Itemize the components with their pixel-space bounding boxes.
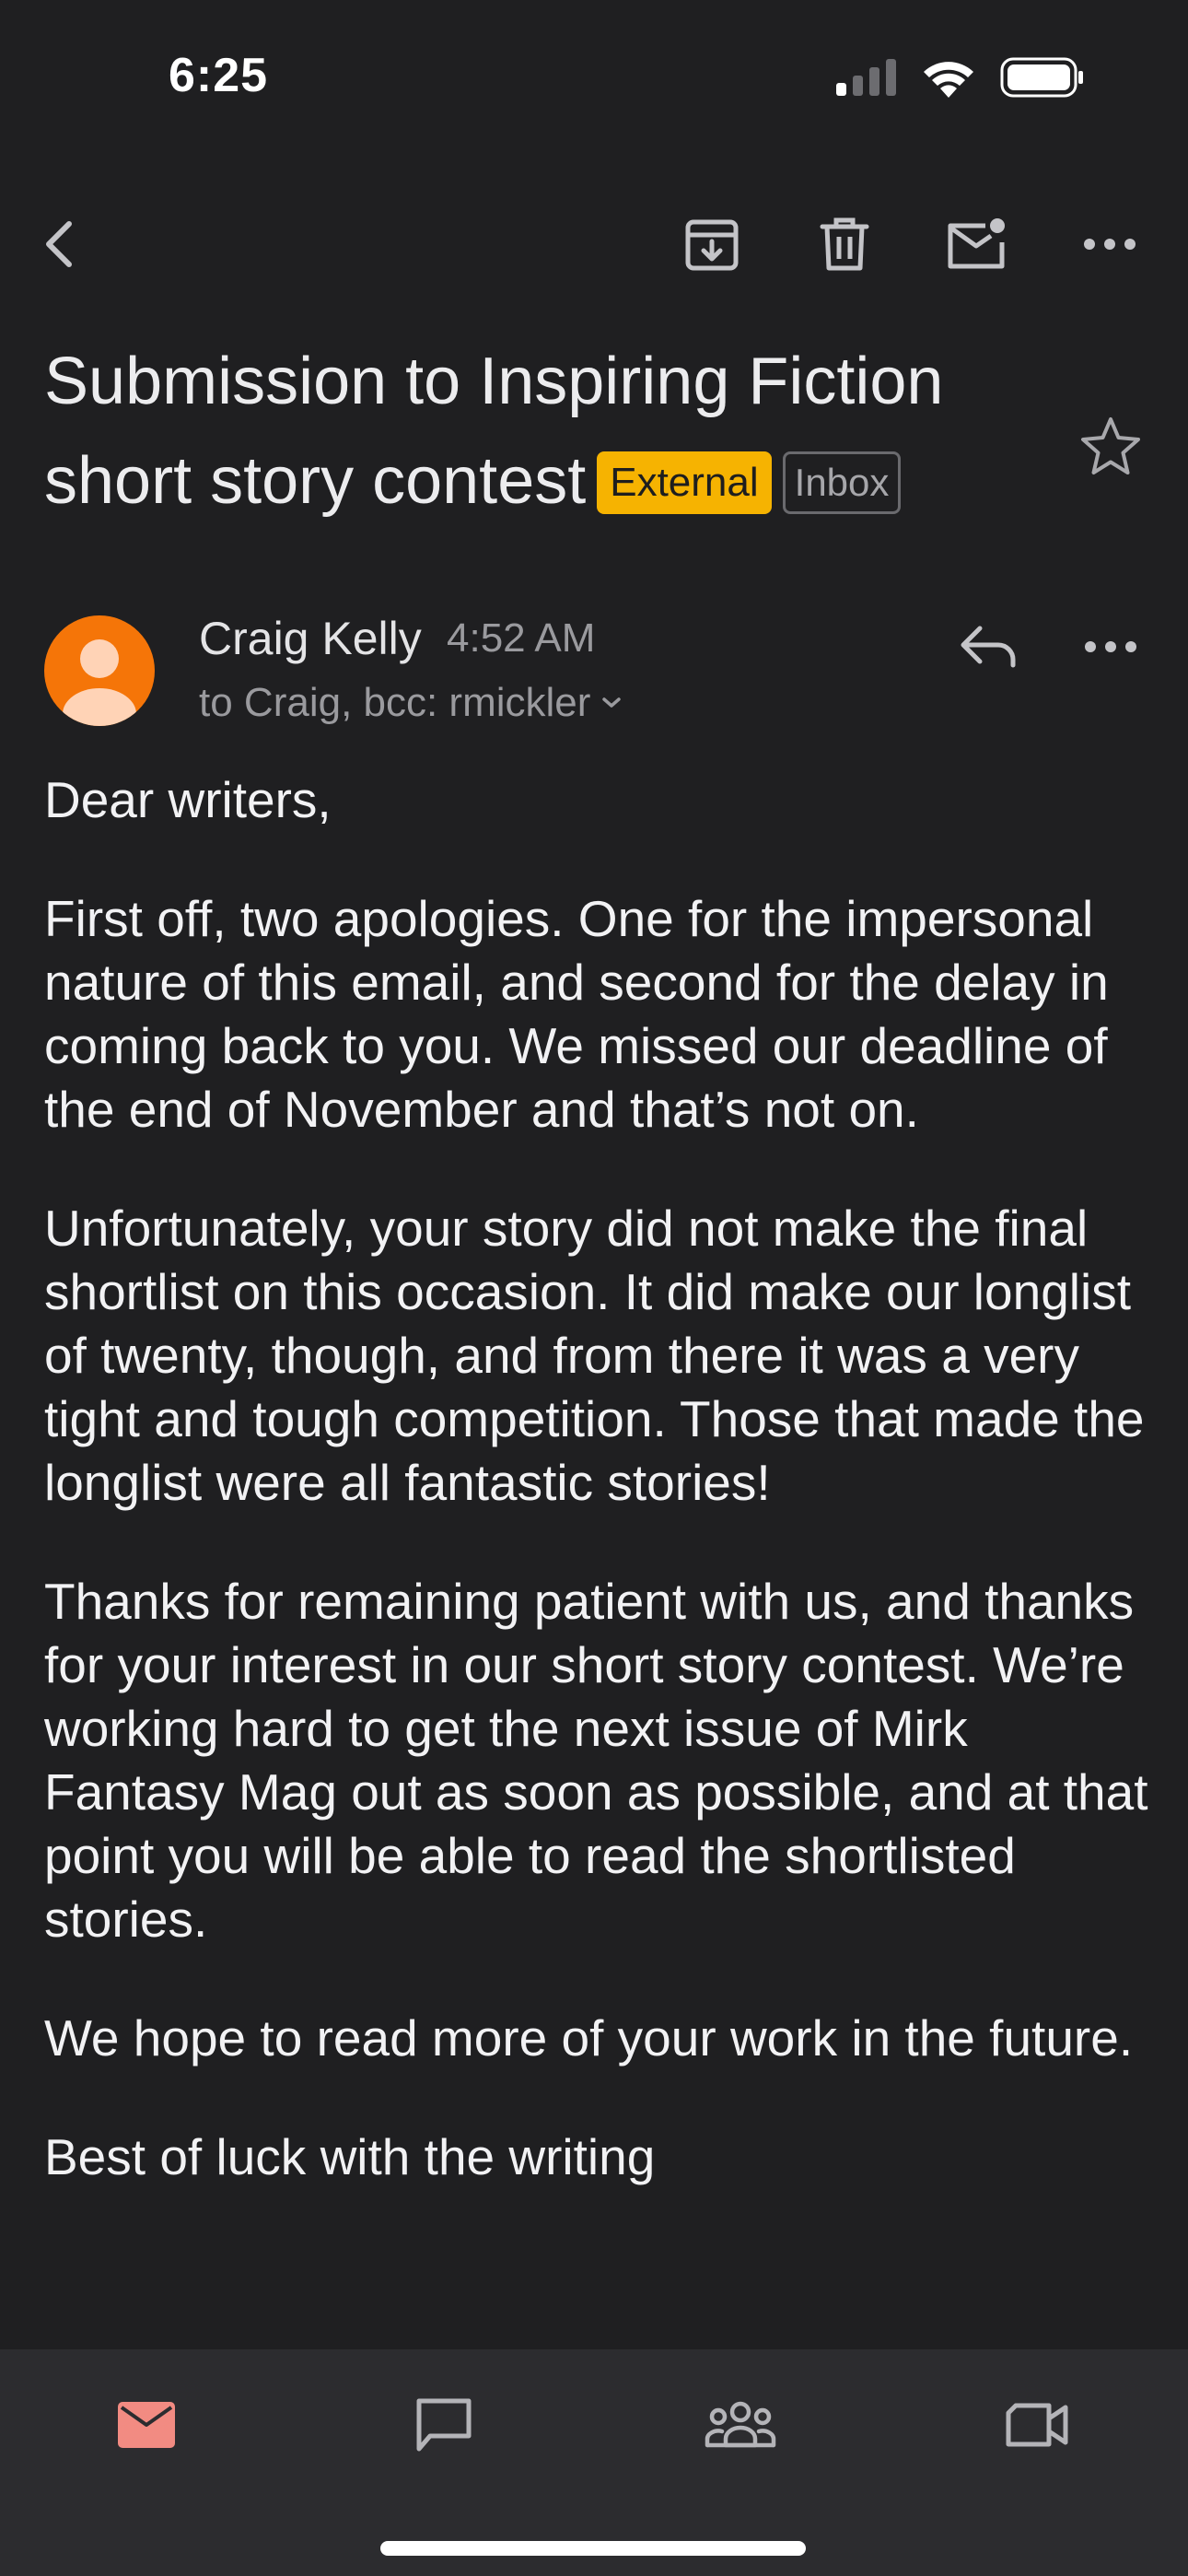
mark-unread-button[interactable]	[940, 207, 1014, 281]
nav-meet[interactable]	[992, 2388, 1084, 2462]
email-screen: 6:25 Submission to Inspiring Fiction sho…	[0, 0, 1188, 2576]
body-paragraph: Thanks for remaining patient with us, an…	[44, 1573, 1148, 1948]
email-subject: Submission to Inspiring Fiction short st…	[44, 332, 1039, 531]
email-body: Dear writers, First off, two apologies. …	[44, 768, 1149, 2244]
inbox-label[interactable]: Inbox	[782, 451, 902, 514]
sent-time: 4:52 AM	[447, 615, 596, 661]
more-horizontal-icon	[1085, 641, 1136, 652]
body-paragraph: We hope to read more of your work in the…	[44, 2009, 1134, 2067]
recipients-toggle[interactable]: to Craig, bcc: rmickler	[199, 680, 622, 726]
message-more-button[interactable]	[1076, 612, 1146, 682]
trash-icon	[820, 217, 869, 271]
status-icons	[836, 57, 1085, 98]
nav-spaces[interactable]	[694, 2388, 786, 2462]
back-button[interactable]	[25, 207, 99, 281]
external-label: External	[597, 451, 772, 514]
nav-mail[interactable]	[100, 2388, 192, 2462]
status-time: 6:25	[169, 49, 269, 102]
archive-button[interactable]	[675, 207, 749, 281]
body-paragraph: Unfortunately, your story did not make t…	[44, 1200, 1145, 1511]
more-horizontal-icon	[1084, 239, 1136, 250]
recipients-text: to Craig, bcc: rmickler	[199, 680, 591, 725]
nav-chat[interactable]	[398, 2388, 490, 2462]
video-icon	[1006, 2403, 1068, 2447]
star-icon	[1081, 417, 1140, 474]
wifi-icon	[924, 62, 973, 98]
reply-button[interactable]	[954, 612, 1024, 682]
chevron-left-icon	[46, 221, 72, 267]
body-greeting: Dear writers,	[44, 771, 332, 828]
email-toolbar	[0, 193, 1188, 295]
star-button[interactable]	[1076, 412, 1146, 482]
reply-icon	[961, 626, 1016, 668]
person-icon	[63, 639, 136, 726]
sender-avatar[interactable]	[44, 615, 155, 726]
spaces-icon	[705, 2401, 776, 2448]
battery-icon	[1000, 57, 1083, 98]
mail-unread-icon	[948, 218, 1005, 269]
home-indicator[interactable]	[380, 2541, 806, 2556]
status-bar: 6:25	[0, 0, 1188, 157]
mail-icon	[118, 2402, 175, 2448]
body-closing: Best of luck with the writing	[44, 2128, 656, 2185]
body-paragraph: First off, two apologies. One for the im…	[44, 890, 1109, 1138]
chat-icon	[416, 2398, 472, 2452]
cellular-signal-icon	[836, 59, 896, 96]
archive-icon	[685, 219, 739, 271]
chevron-down-icon	[602, 697, 622, 708]
delete-button[interactable]	[808, 207, 881, 281]
sender-name[interactable]: Craig Kelly	[199, 612, 422, 665]
more-options-button[interactable]	[1073, 207, 1147, 281]
